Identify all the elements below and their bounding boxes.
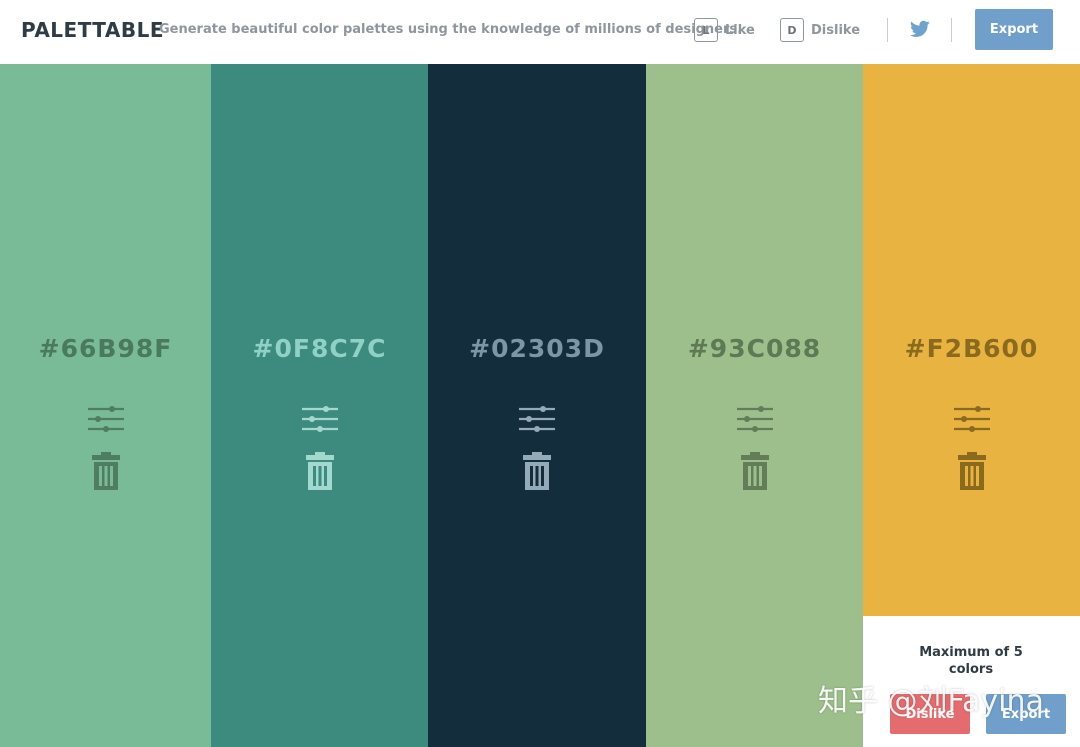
tagline: Generate beautiful color palettes using … — [159, 22, 743, 37]
sliders-icon[interactable] — [87, 404, 124, 434]
color-column[interactable]: #F2B600 — [863, 64, 1080, 616]
dislike-key[interactable]: D — [780, 18, 804, 42]
trash-icon[interactable] — [523, 452, 551, 490]
hex-code[interactable]: #0F8C7C — [211, 334, 428, 363]
watermark: 知乎 @刘Fayina — [818, 684, 1044, 719]
brand-logo[interactable]: PALETTABLE — [21, 18, 164, 42]
export-button[interactable]: Export — [975, 9, 1053, 50]
hex-code[interactable]: #F2B600 — [863, 334, 1080, 363]
max-colors-message: Maximum of 5 colors — [919, 645, 1023, 677]
twitter-icon[interactable] — [910, 20, 930, 38]
trash-icon[interactable] — [957, 452, 986, 490]
like-label[interactable]: Like — [725, 23, 755, 38]
like-control[interactable]: L Like — [694, 16, 755, 44]
color-column[interactable]: #0F8C7C — [211, 64, 428, 747]
divider — [887, 18, 888, 42]
dislike-control[interactable]: D Dislike — [780, 16, 860, 44]
hex-code[interactable]: #02303D — [428, 334, 646, 363]
color-column[interactable]: #02303D — [428, 64, 646, 747]
sliders-icon[interactable] — [953, 404, 990, 434]
like-key[interactable]: L — [694, 18, 718, 42]
sliders-icon[interactable] — [301, 404, 338, 434]
color-column[interactable]: #93C088 — [646, 64, 863, 747]
hex-code[interactable]: #93C088 — [646, 334, 863, 363]
sliders-icon[interactable] — [736, 404, 773, 434]
dislike-label[interactable]: Dislike — [811, 23, 860, 38]
trash-icon[interactable] — [305, 452, 334, 490]
sliders-icon[interactable] — [519, 404, 555, 434]
trash-icon[interactable] — [740, 452, 769, 490]
color-column[interactable]: #66B98F — [0, 64, 211, 747]
divider — [951, 18, 952, 42]
hex-code[interactable]: #66B98F — [0, 334, 211, 363]
top-bar: PALETTABLE Generate beautiful color pale… — [0, 0, 1080, 64]
trash-icon[interactable] — [91, 452, 120, 490]
